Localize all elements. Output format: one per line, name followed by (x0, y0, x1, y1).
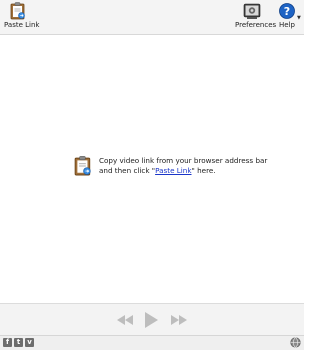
play-icon[interactable] (145, 312, 158, 328)
twitter-icon[interactable]: t (14, 338, 23, 347)
help-glyph: ? (284, 5, 290, 18)
help-dropdown-arrow-icon[interactable]: ▼ (297, 15, 301, 21)
paste-link-button[interactable]: Paste Link (4, 2, 40, 29)
vimeo-icon[interactable]: v (25, 338, 34, 347)
paste-link-label: Paste Link (4, 21, 40, 29)
main-content-area: Copy video link from your browser addres… (0, 35, 304, 303)
clipboard-icon (10, 2, 25, 20)
status-bar: f t v (0, 335, 304, 350)
hint-text: Copy video link from your browser addres… (99, 156, 269, 175)
help-button[interactable]: ? Help (276, 2, 298, 29)
facebook-icon[interactable]: f (3, 338, 12, 347)
clipboard-icon (74, 156, 91, 176)
preferences-icon (243, 3, 261, 19)
preferences-button[interactable]: Preferences (235, 2, 277, 29)
fast-forward-icon[interactable] (171, 315, 187, 325)
help-icon: ? (279, 3, 295, 19)
paste-link-inline-link[interactable]: Paste Link (155, 166, 191, 175)
globe-icon[interactable] (290, 337, 301, 348)
hint-text-after: " here. (191, 165, 216, 175)
help-label: Help (279, 21, 295, 29)
rewind-icon[interactable] (117, 315, 133, 325)
player-controls (0, 303, 304, 335)
toolbar: Paste Link Preferences ? Help ▼ (0, 0, 304, 35)
preferences-label: Preferences (235, 21, 277, 29)
